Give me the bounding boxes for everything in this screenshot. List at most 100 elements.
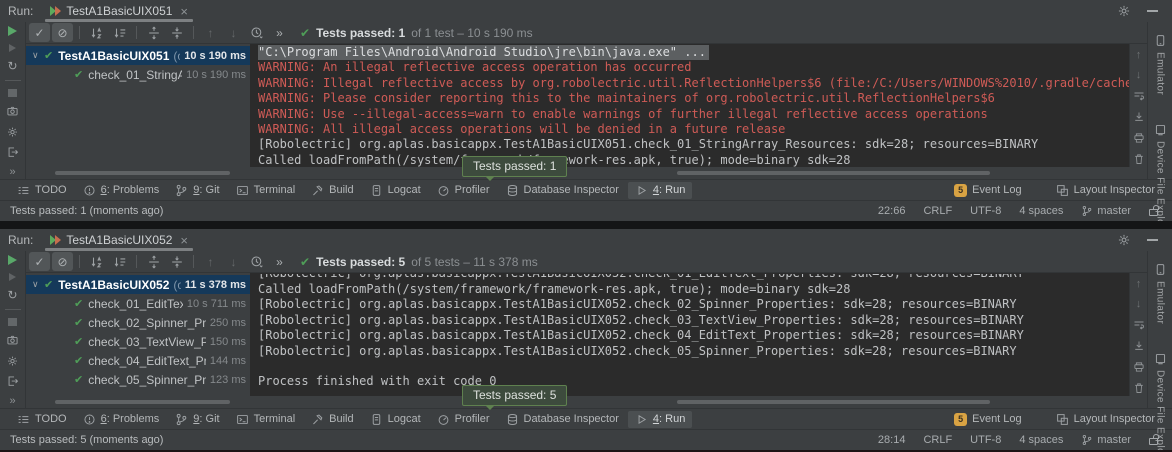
toolwindow-problems[interactable]: 6: Problems <box>76 411 167 428</box>
console-horizontal-scrollbar[interactable] <box>677 171 990 175</box>
toolwindow-todo[interactable]: TODO <box>10 182 74 199</box>
toolwindow-problems[interactable]: 6: Problems <box>76 182 167 199</box>
next-failed-button[interactable]: ↓ <box>223 252 244 271</box>
event-log-button[interactable]: 5Event Log <box>947 411 1029 428</box>
print-icon[interactable] <box>1133 361 1145 373</box>
previous-failed-button[interactable]: ↑ <box>200 23 221 42</box>
soft-wrap-icon[interactable] <box>1133 90 1145 102</box>
toolwindow-logcat[interactable]: Logcat <box>363 411 428 428</box>
test-tree-row[interactable]: ✔ check_01_EditText_Properties 10 s 711 … <box>26 294 250 313</box>
test-tree-row[interactable]: ✔ check_04_EditText_Properties 144 ms <box>26 351 250 370</box>
indent-style[interactable]: 4 spaces <box>1019 434 1063 446</box>
caret-position[interactable]: 28:14 <box>878 434 906 446</box>
indent-style[interactable]: 4 spaces <box>1019 205 1063 217</box>
toolwindow-database-inspector[interactable]: Database Inspector <box>499 411 626 428</box>
next-failed-button[interactable]: ↓ <box>223 23 244 42</box>
sort-by-duration-button[interactable] <box>109 252 130 271</box>
expand-all-button[interactable] <box>143 23 164 42</box>
sort-by-duration-button[interactable] <box>109 23 130 42</box>
unlock-icon[interactable] <box>1149 209 1158 216</box>
toolwindow-build[interactable]: Build <box>304 411 360 428</box>
toolwindow-git[interactable]: 9: Git <box>168 182 226 199</box>
more-actions-icon[interactable]: » <box>269 23 290 42</box>
print-icon[interactable] <box>1133 132 1145 144</box>
soft-wrap-icon[interactable] <box>1133 319 1145 331</box>
test-tree-row[interactable]: ✔ check_03_TextView_Properties 150 ms <box>26 332 250 351</box>
expander-icon[interactable]: » <box>9 395 15 407</box>
unlock-icon[interactable] <box>1149 438 1158 445</box>
chevron-down-icon[interactable]: ∨ <box>32 279 44 290</box>
hide-icon[interactable] <box>1147 239 1158 241</box>
test-tree[interactable]: ∨ ✔ TestA1BasicUIX052(org.aplas.basica 1… <box>26 273 250 396</box>
toolwindow-git[interactable]: 9: Git <box>168 411 226 428</box>
test-tree-row[interactable]: ∨ ✔ TestA1BasicUIX051(org.aplas.basica 1… <box>26 46 250 65</box>
test-tree-row[interactable]: ✔ check_01_StringArray_Resources 10 s 19… <box>26 65 250 84</box>
console-horizontal-scrollbar[interactable] <box>677 400 990 404</box>
console-output[interactable]: [Robolectric] org.aplas.basicappx.TestA1… <box>250 273 1129 396</box>
test-history-button[interactable] <box>246 23 267 42</box>
show-passed-button[interactable]: ✓ <box>29 252 50 271</box>
toolwindow-terminal[interactable]: Terminal <box>229 411 303 428</box>
gear-icon[interactable] <box>1117 4 1131 18</box>
line-separator[interactable]: CRLF <box>923 434 952 446</box>
more-actions-icon[interactable]: » <box>269 252 290 271</box>
toolwindow-emulator[interactable]: Emulator <box>1154 34 1167 95</box>
clear-all-icon[interactable] <box>1133 153 1145 165</box>
event-log-button[interactable]: 5Event Log <box>947 182 1029 199</box>
show-ignored-button[interactable]: ⊘ <box>52 23 73 42</box>
show-passed-button[interactable]: ✓ <box>29 23 50 42</box>
toggle-auto-test-icon[interactable]: ↻ <box>7 60 17 72</box>
scroll-up-icon[interactable]: ↑ <box>1136 279 1142 290</box>
rerun-failed-button[interactable] <box>9 273 16 281</box>
toolwindow-todo[interactable]: TODO <box>10 411 74 428</box>
screenshot-icon[interactable] <box>6 334 19 346</box>
toolwindow-logcat[interactable]: Logcat <box>363 182 428 199</box>
hide-icon[interactable] <box>1147 10 1158 12</box>
toolwindow-terminal[interactable]: Terminal <box>229 182 303 199</box>
tree-horizontal-scrollbar[interactable] <box>55 171 230 175</box>
scroll-up-icon[interactable]: ↑ <box>1136 50 1142 61</box>
test-tree-row[interactable]: ✔ check_02_Spinner_Properties 250 ms <box>26 313 250 332</box>
rerun-button[interactable] <box>8 26 17 36</box>
run-tab[interactable]: TestA1BasicUIX052 × <box>43 229 195 251</box>
file-encoding[interactable]: UTF-8 <box>970 205 1001 217</box>
chevron-down-icon[interactable]: ∨ <box>32 50 44 61</box>
stop-button[interactable] <box>8 318 17 326</box>
console-output[interactable]: "C:\Program Files\Android\Android Studio… <box>250 44 1129 167</box>
rerun-button[interactable] <box>8 255 17 265</box>
sort-alphabetically-button[interactable] <box>86 23 107 42</box>
scroll-down-icon[interactable]: ↓ <box>1136 70 1142 81</box>
run-tab[interactable]: TestA1BasicUIX051 × <box>43 0 195 22</box>
toggle-auto-test-icon[interactable]: ↻ <box>7 289 17 301</box>
test-tree-row[interactable]: ✔ check_05_Spinner_Properties 123 ms <box>26 370 250 389</box>
screenshot-icon[interactable] <box>6 105 19 117</box>
test-history-button[interactable] <box>246 252 267 271</box>
file-encoding[interactable]: UTF-8 <box>970 434 1001 446</box>
test-settings-icon[interactable] <box>6 126 19 138</box>
stop-button[interactable] <box>8 89 17 97</box>
show-ignored-button[interactable]: ⊘ <box>52 252 73 271</box>
scroll-to-end-icon[interactable] <box>1133 340 1145 352</box>
toolwindow-run[interactable]: 4: Run <box>628 411 692 428</box>
previous-failed-button[interactable]: ↑ <box>200 252 221 271</box>
gear-icon[interactable] <box>1117 233 1131 247</box>
sort-alphabetically-button[interactable] <box>86 252 107 271</box>
toolwindow-build[interactable]: Build <box>304 182 360 199</box>
close-icon[interactable]: × <box>180 4 188 19</box>
toolwindow-database-inspector[interactable]: Database Inspector <box>499 182 626 199</box>
test-tree[interactable]: ∨ ✔ TestA1BasicUIX051(org.aplas.basica 1… <box>26 44 250 167</box>
exit-icon[interactable] <box>6 146 19 158</box>
git-branch[interactable]: master <box>1081 205 1131 217</box>
expander-icon[interactable]: » <box>9 166 15 178</box>
layout-inspector-button[interactable]: Layout Inspector <box>1049 411 1162 428</box>
layout-inspector-button[interactable]: Layout Inspector <box>1049 182 1162 199</box>
clear-all-icon[interactable] <box>1133 382 1145 394</box>
exit-icon[interactable] <box>6 375 19 387</box>
toolwindow-run[interactable]: 4: Run <box>628 182 692 199</box>
caret-position[interactable]: 22:66 <box>878 205 906 217</box>
test-settings-icon[interactable] <box>6 355 19 367</box>
collapse-all-button[interactable] <box>166 252 187 271</box>
toolwindow-emulator[interactable]: Emulator <box>1154 263 1167 324</box>
test-tree-row[interactable]: ∨ ✔ TestA1BasicUIX052(org.aplas.basica 1… <box>26 275 250 294</box>
close-icon[interactable]: × <box>180 233 188 248</box>
